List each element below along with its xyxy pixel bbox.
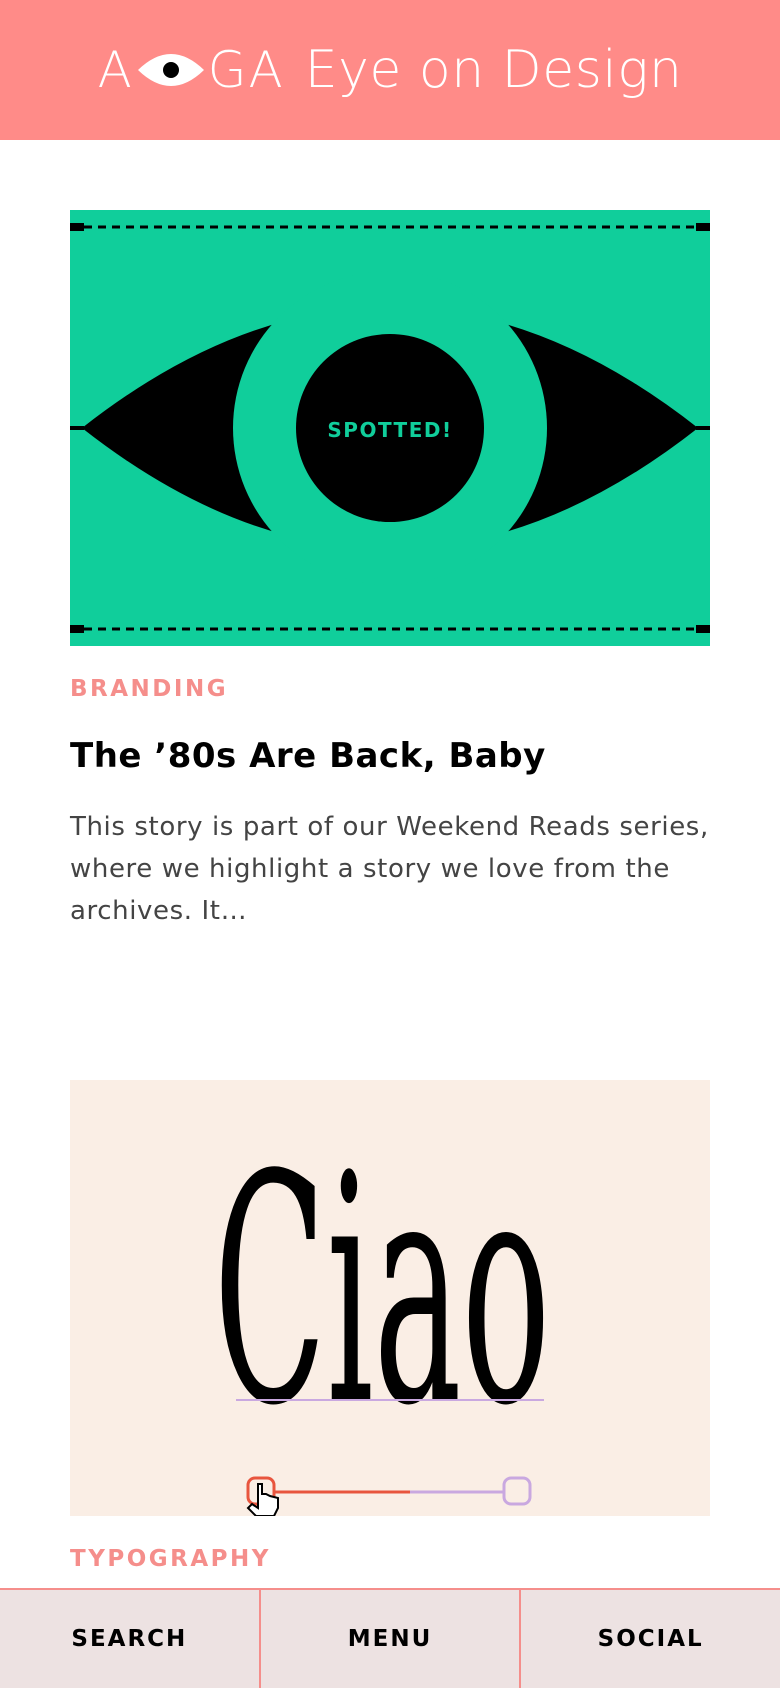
menu-button[interactable]: MENU: [258, 1590, 520, 1688]
bottom-navigation: SEARCH MENU SOCIAL: [0, 1588, 780, 1688]
article-card[interactable]: SPOTTED! BRANDING The ’80s Are Back, Bab…: [70, 210, 710, 932]
search-button[interactable]: SEARCH: [0, 1590, 259, 1688]
article-category[interactable]: TYPOGRAPHY: [70, 1546, 710, 1572]
article-card[interactable]: Ciao TYPOGRAPHY: [70, 1080, 710, 1572]
eye-logo-icon: [137, 54, 204, 86]
social-button[interactable]: SOCIAL: [519, 1590, 780, 1688]
aiga-logo-letters-ga: GA: [207, 41, 285, 99]
article-image[interactable]: SPOTTED!: [70, 210, 710, 646]
article-excerpt: This story is part of our Weekend Reads …: [70, 812, 709, 926]
ciao-word: Ciao: [214, 1109, 551, 1475]
spotted-eye-illustration: SPOTTED!: [70, 210, 710, 646]
ciao-type-illustration: Ciao: [70, 1080, 710, 1516]
eye-on-design-wordmark: Eye on Design: [304, 40, 683, 100]
site-header: A GA Eye on Design: [0, 0, 780, 140]
site-logo[interactable]: A GA Eye on Design: [98, 40, 683, 100]
aiga-logo-letter-a: A: [97, 41, 134, 99]
article-title[interactable]: The ’80s Are Back, Baby: [70, 736, 710, 776]
article-category[interactable]: BRANDING: [70, 676, 710, 702]
spotted-label: SPOTTED!: [327, 418, 452, 442]
article-image[interactable]: Ciao: [70, 1080, 710, 1516]
aiga-logo: A GA: [98, 41, 285, 99]
